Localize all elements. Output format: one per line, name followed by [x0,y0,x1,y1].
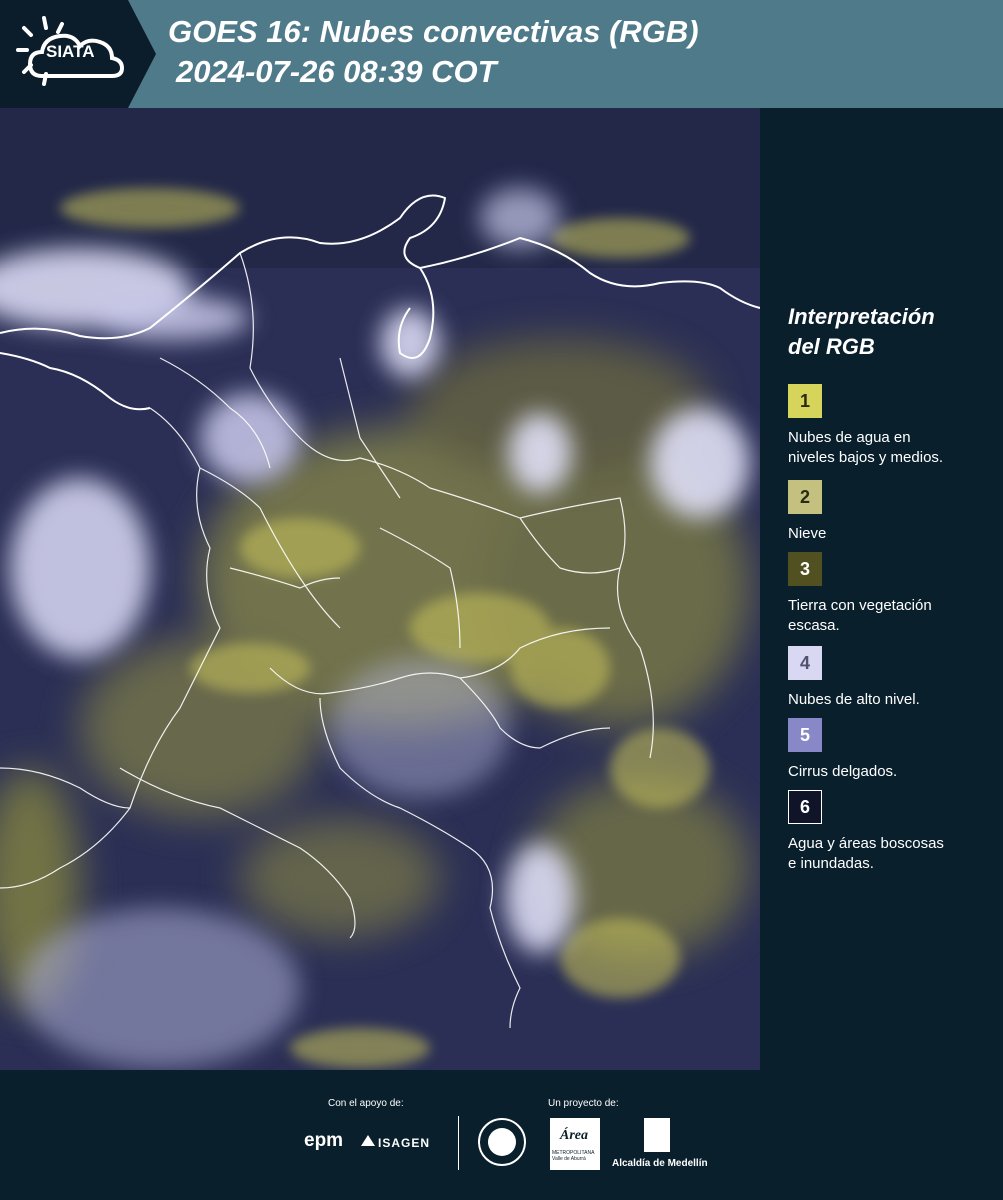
area-logo-subtext: METROPOLITANA Valle de Aburrá [552,1150,595,1162]
legend-swatch-6: 6 [788,790,822,824]
legend-label-1: Nubes de agua en niveles bajos y medios. [788,428,998,468]
area-logo-text: Área [560,1128,588,1143]
legend-swatch-4: 4 [788,646,822,680]
legend-panel: Interpretación del RGB 1 Nubes de agua e… [760,108,1003,1070]
medellin-seal-icon [478,1118,526,1166]
legend-item-5: 5 Cirrus delgados. [788,718,998,782]
legend-item-4: 4 Nubes de alto nivel. [788,646,998,710]
legend-label-1-line2: niveles bajos y medios. [788,449,944,466]
legend-label-6: Agua y áreas boscosas e inundadas. [788,834,998,874]
alcaldia-logo-text: Alcaldía de Medellín [612,1158,708,1169]
legend-label-6-line1: Agua y áreas boscosas [788,835,944,852]
legend-label-3: Tierra con vegetación escasa. [788,596,998,636]
legend-item-6: 6 Agua y áreas boscosas e inundadas. [788,790,998,874]
seal-inner [488,1128,516,1156]
siata-logo-text: SIATA [46,42,95,61]
support-label: Con el apoyo de: [328,1098,404,1109]
legend-item-3: 3 Tierra con vegetación escasa. [788,552,998,636]
legend-swatch-5: 5 [788,718,822,752]
header-bar: SIATA GOES 16: Nubes convectivas (RGB) 2… [0,0,1003,108]
legend-label-5: Cirrus delgados. [788,763,898,780]
page-timestamp: 2024-07-26 08:39 COT [176,54,497,89]
area-metropolitana-logo: Área METROPOLITANA Valle de Aburrá [550,1118,600,1170]
legend-item-1: 1 Nubes de agua en niveles bajos y medio… [788,384,998,468]
logo-tab: SIATA [0,0,128,108]
legend-label-2: Nieve [788,525,827,542]
isagen-logo-icon [361,1135,375,1146]
satellite-image [0,108,760,1070]
isagen-logo: ISAGEN [378,1136,431,1150]
legend-title-line2: del RGB [788,334,875,359]
alcaldia-shield-icon [644,1118,670,1152]
legend-label-1-line1: Nubes de agua en [788,429,911,446]
legend-item-2: 2 Nieve [788,480,998,544]
satellite-map-svg [0,108,760,1070]
legend-label-4: Nubes de alto nivel. [788,691,920,708]
legend-label-6-line2: e inundadas. [788,855,874,872]
legend-label-3-line1: Tierra con vegetación [788,597,932,614]
legend-swatch-1: 1 [788,384,822,418]
legend-swatch-2: 2 [788,480,822,514]
legend-title: Interpretación del RGB [788,302,988,362]
page-title: GOES 16: Nubes convectivas (RGB) [168,14,699,49]
legend-title-line1: Interpretación [788,304,935,329]
legend-swatch-3: 3 [788,552,822,586]
logo-arrow [128,0,156,108]
epm-logo: epm [304,1130,344,1151]
footer: Con el apoyo de: Un proyecto de: epm ISA… [0,1070,1003,1200]
footer-divider [458,1116,459,1170]
project-label: Un proyecto de: [548,1098,619,1109]
legend-label-3-line2: escasa. [788,617,840,634]
